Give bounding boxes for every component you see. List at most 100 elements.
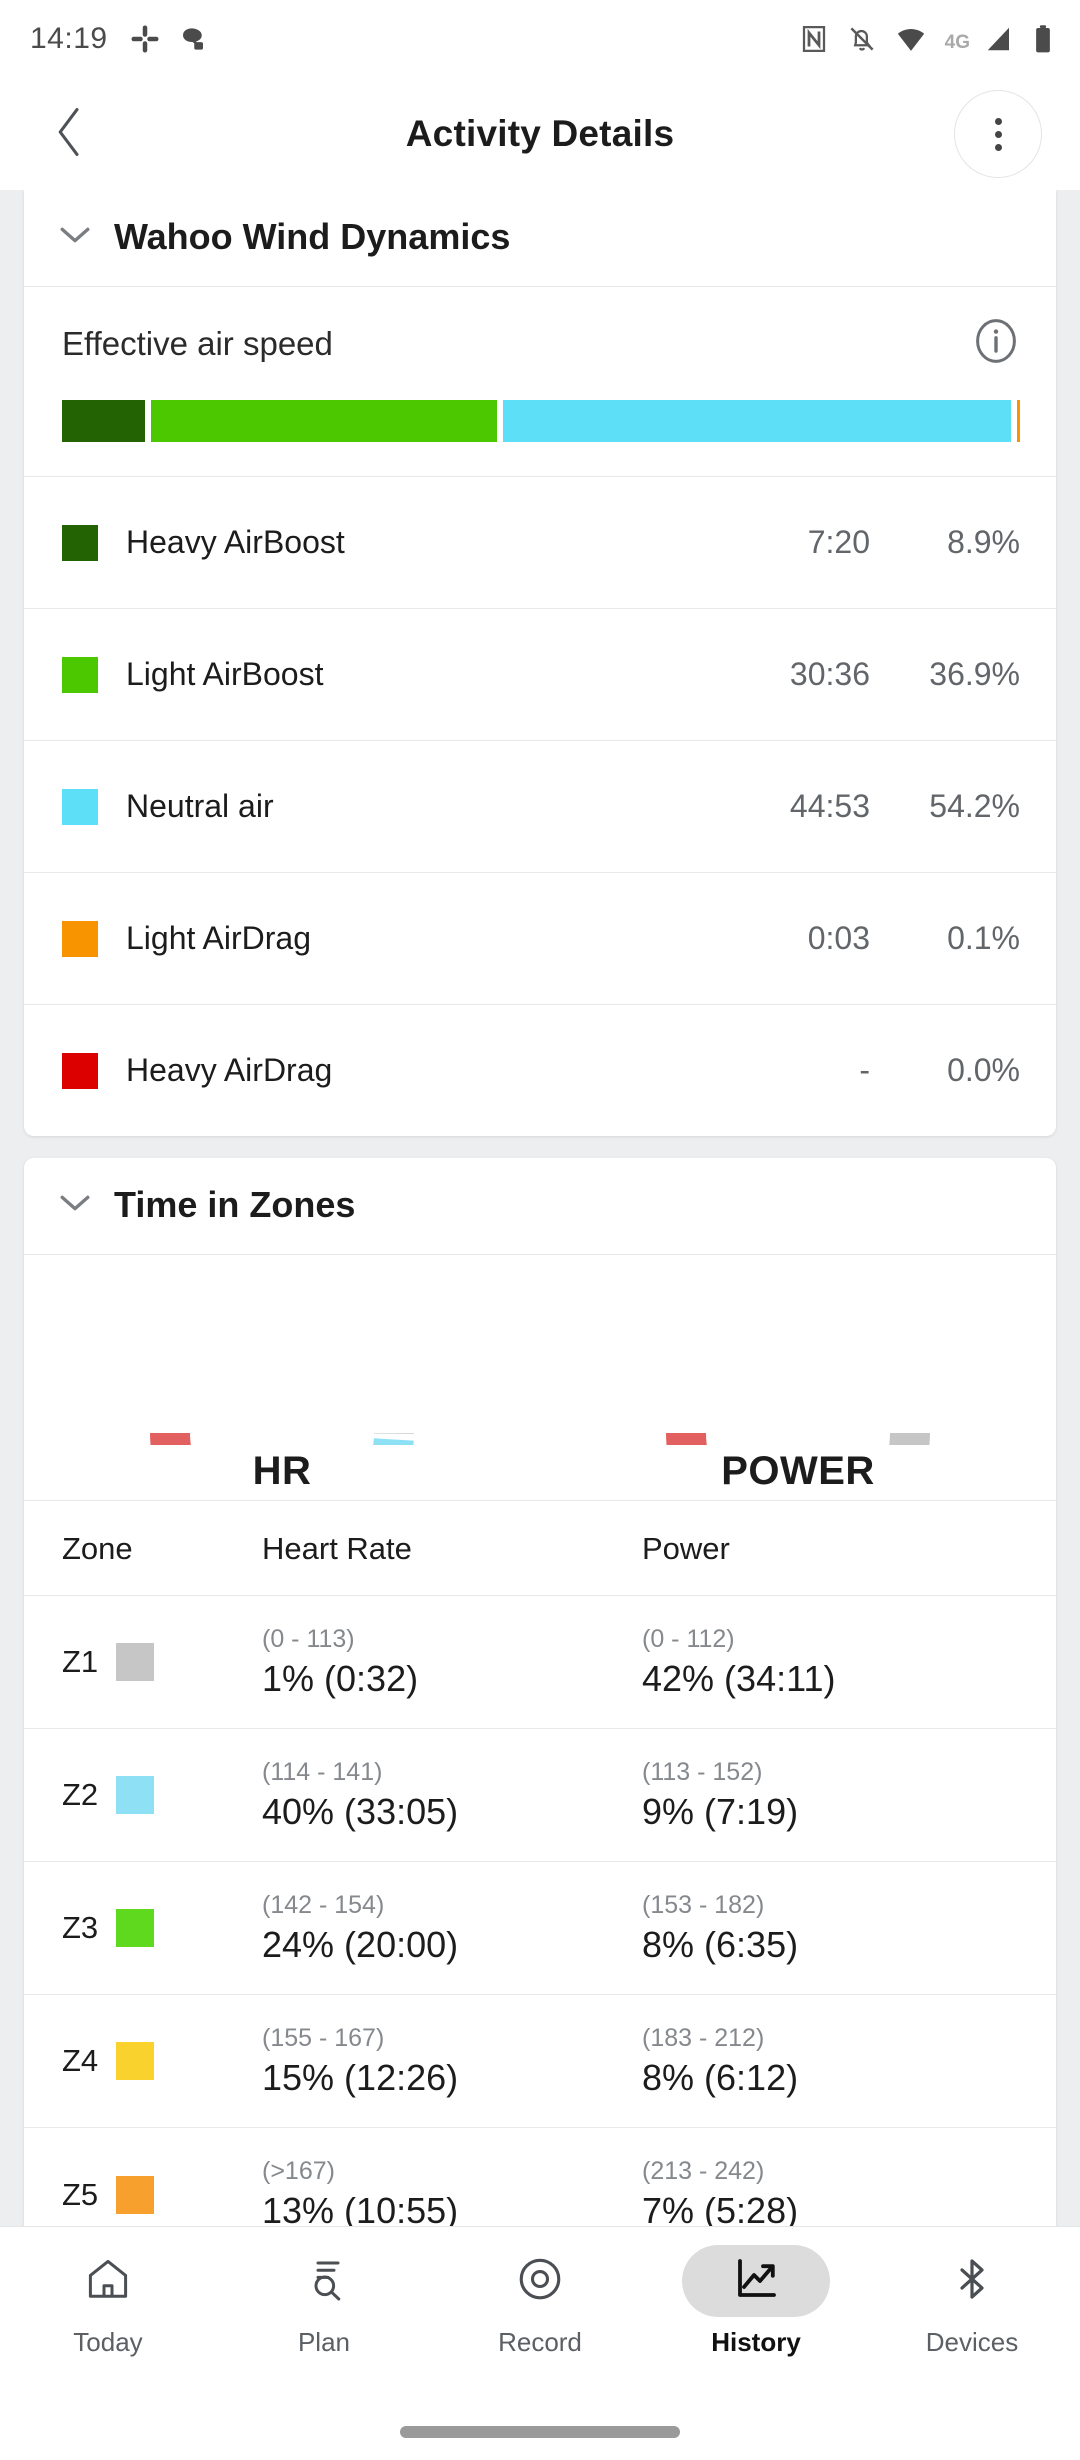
power-value: 42% (34:11) xyxy=(642,1657,836,1699)
heart-rate-value: 13% (10:55) xyxy=(262,2190,459,2226)
nav-item-plan[interactable]: Plan xyxy=(216,2245,432,2358)
legend-label: Heavy AirBoost xyxy=(126,524,345,560)
zone-table-row: Z3 (142 - 154) 24% (20:00) (153 - 182) 8% (6… xyxy=(24,1862,1056,1995)
status-bar-left-icons xyxy=(130,24,208,54)
nav-pill-today xyxy=(34,2245,182,2317)
power-gauge-chart xyxy=(666,1433,930,1445)
info-icon[interactable] xyxy=(972,317,1020,370)
legend-color-swatch xyxy=(62,1052,98,1089)
power-range: (113 - 152) xyxy=(642,1757,763,1786)
power-range: (213 - 242) xyxy=(642,2157,765,2185)
heart-rate-value: 40% (33:05) xyxy=(262,1790,459,1832)
stacked-bar-segment xyxy=(151,400,498,442)
nav-item-today[interactable]: Today xyxy=(0,2245,216,2358)
legend-percent: 8.9% xyxy=(947,524,1020,560)
nav-label-devices: Devices xyxy=(925,2327,1019,2357)
hr-gauge-chart xyxy=(150,1433,414,1445)
wind-dynamics-legend: Heavy AirBoost 7:20 8.9% Light AirBoost 30:3… xyxy=(24,476,1056,1136)
status-bar: 14:19 4G xyxy=(0,0,1080,78)
heart-rate-value: 15% (12:26) xyxy=(262,2056,459,2098)
hr-gauge-column: HR xyxy=(24,1285,540,1494)
nav-item-devices[interactable]: Devices xyxy=(864,2245,1080,2358)
wind-legend-row: Neutral air 44:53 54.2% xyxy=(24,740,1056,872)
record-icon xyxy=(515,2254,565,2309)
legend-color-swatch xyxy=(62,920,98,957)
zone-color-swatch xyxy=(116,2042,155,2080)
time-in-zones-title: Time in Zones xyxy=(114,1184,356,1225)
legend-color-swatch xyxy=(62,656,98,693)
zone-table-body: Z1 (0 - 113) 1% (0:32) (0 - 112) 42% (34:11)… xyxy=(24,1596,1056,2226)
home-icon xyxy=(84,2255,132,2308)
back-button[interactable] xyxy=(44,107,96,160)
chevron-down-icon xyxy=(58,1192,92,1219)
plan-search-icon xyxy=(300,2255,348,2308)
nav-pill-plan xyxy=(250,2245,398,2317)
heart-rate-cell: (0 - 113) 1% (0:32) xyxy=(262,1625,642,1700)
zone-name: Z2 xyxy=(62,1777,99,1812)
gauge-segment xyxy=(150,1433,191,1445)
zone-color-swatch xyxy=(116,1909,155,1947)
zone-table-row: Z5 (>167) 13% (10:55) (213 - 242) 7% (5:28) xyxy=(24,2128,1056,2226)
legend-percent: 36.9% xyxy=(929,656,1020,692)
power-cell: (213 - 242) 7% (5:28) xyxy=(642,2157,1032,2226)
nav-item-history[interactable]: History xyxy=(648,2245,864,2358)
wifi-icon xyxy=(895,24,927,54)
effective-air-speed-bar-wrap xyxy=(24,396,1056,476)
app-notification-icon xyxy=(178,24,208,54)
legend-percent: 0.1% xyxy=(947,920,1020,956)
heart-rate-cell: (155 - 167) 15% (12:26) xyxy=(262,2024,642,2099)
power-range: (0 - 112) xyxy=(642,1624,735,1653)
time-in-zones-section-header[interactable]: Time in Zones xyxy=(24,1158,1056,1255)
legend-duration: 0:03 xyxy=(807,920,870,956)
power-range: (183 - 212) xyxy=(642,2023,765,2052)
zone-color-swatch xyxy=(116,1643,155,1681)
heart-rate-cell: (142 - 154) 24% (20:00) xyxy=(262,1891,642,1966)
nav-pill-devices xyxy=(898,2245,1046,2317)
column-header-heart-rate: Heart Rate xyxy=(262,1531,412,1566)
page-title: Activity Details xyxy=(405,113,675,154)
heart-rate-value: 24% (20:00) xyxy=(262,1923,459,1965)
wind-legend-row: Light AirDrag 0:03 0.1% xyxy=(24,872,1056,1004)
zone-name: Z3 xyxy=(62,1910,99,1945)
effective-air-speed-label: Effective air speed xyxy=(62,324,333,362)
zone-name: Z4 xyxy=(62,2043,99,2078)
column-header-power: Power xyxy=(642,1531,730,1566)
stacked-bar-segment xyxy=(1016,400,1021,442)
bottom-navigation: Today Plan Record History Devices xyxy=(0,2226,1080,2460)
legend-duration: - xyxy=(859,1052,870,1088)
zone-table-row: Z2 (114 - 141) 40% (33:05) (113 - 152) 9% (7… xyxy=(24,1729,1056,1862)
zone-name: Z1 xyxy=(62,1644,99,1679)
zone-color-swatch xyxy=(116,2175,155,2214)
legend-percent: 54.2% xyxy=(929,788,1020,824)
legend-label: Light AirBoost xyxy=(126,656,324,692)
app-header: Activity Details xyxy=(0,78,1080,190)
stacked-bar-segment xyxy=(62,400,146,442)
nav-item-record[interactable]: Record xyxy=(432,2245,648,2358)
activity-details-scroll[interactable]: Wahoo Wind Dynamics Effective air speed … xyxy=(0,190,1080,2226)
overflow-menu-button[interactable] xyxy=(954,90,1042,178)
time-in-zones-card: Time in Zones HR POWER Zone Heart Rate P… xyxy=(24,1158,1056,2226)
power-value: 7% (5:28) xyxy=(642,2190,799,2226)
wind-dynamics-section-header[interactable]: Wahoo Wind Dynamics xyxy=(24,190,1056,287)
power-value: 8% (6:12) xyxy=(642,2056,799,2098)
nav-pill-record xyxy=(466,2245,614,2317)
chevron-down-icon xyxy=(58,224,92,251)
chevron-left-icon xyxy=(53,104,87,165)
nav-label-today: Today xyxy=(73,2327,143,2357)
legend-duration: 30:36 xyxy=(789,656,870,692)
scroll-edge-right xyxy=(1072,190,1080,2226)
legend-percent: 0.0% xyxy=(947,1052,1020,1088)
zone-table-header: Zone Heart Rate Power xyxy=(24,1501,1056,1596)
zone-name: Z5 xyxy=(62,2176,99,2212)
home-indicator[interactable] xyxy=(400,2426,680,2438)
legend-label: Light AirDrag xyxy=(126,920,311,956)
power-value: 8% (6:35) xyxy=(642,1923,799,1965)
legend-color-swatch xyxy=(62,788,98,825)
bluetooth-icon xyxy=(948,2255,996,2308)
nav-pill-history xyxy=(682,2245,830,2317)
power-cell: (113 - 152) 9% (7:19) xyxy=(642,1758,1032,1833)
wind-legend-row: Light AirBoost 30:36 36.9% xyxy=(24,608,1056,740)
legend-color-swatch xyxy=(62,524,98,561)
heart-rate-range: (0 - 113) xyxy=(262,1624,355,1653)
nav-label-plan: Plan xyxy=(297,2327,351,2357)
